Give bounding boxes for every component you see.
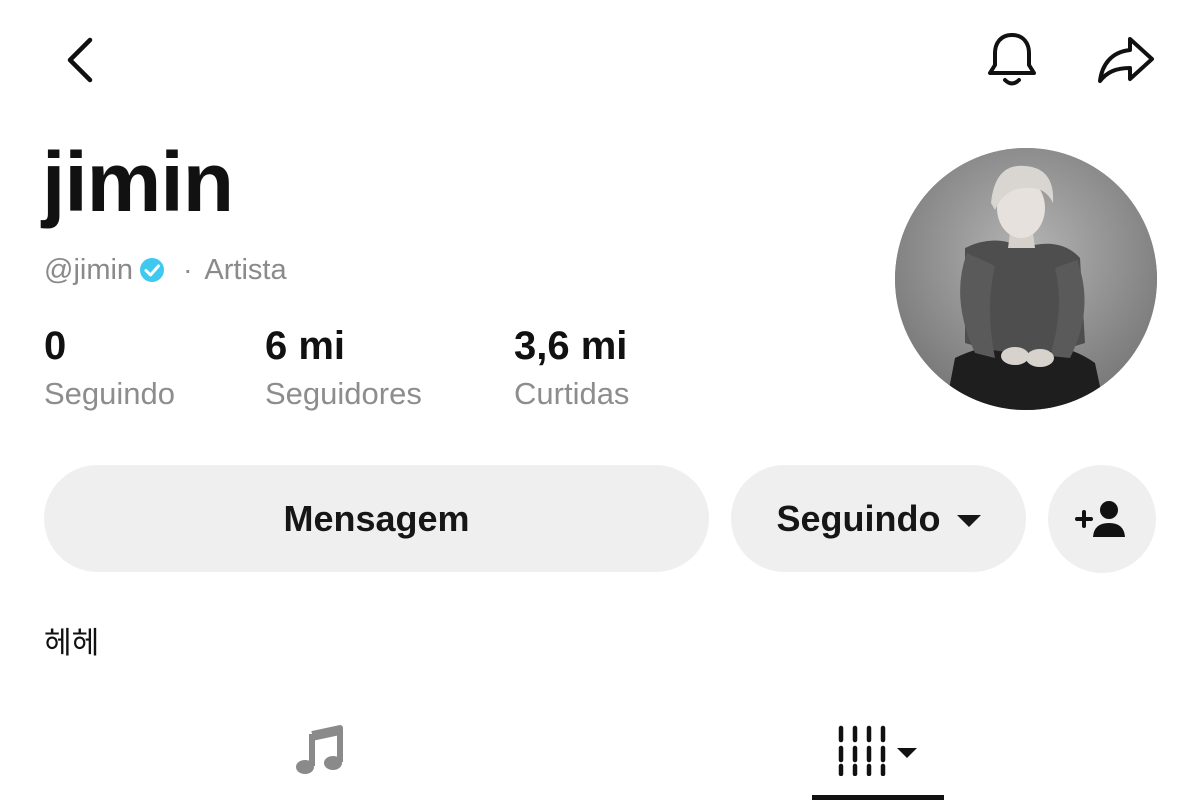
profile-bio: 헤헤	[44, 626, 100, 661]
following-button-label: Seguindo	[776, 497, 941, 539]
profile-category: Artista	[204, 253, 287, 286]
avatar[interactable]	[895, 148, 1157, 410]
bell-icon	[988, 33, 1036, 86]
message-button[interactable]: Mensagem	[44, 465, 709, 572]
stat-likes-value: 3,6 mi	[514, 324, 628, 368]
notifications-button[interactable]	[980, 28, 1044, 92]
add-friend-button[interactable]	[1048, 465, 1156, 573]
caret-down-icon	[897, 748, 917, 758]
stat-followers-label: Seguidores	[265, 376, 422, 411]
music-note-icon	[296, 725, 343, 774]
share-arrow-icon	[1098, 37, 1154, 83]
tab-playlists[interactable]	[812, 712, 944, 788]
active-tab-indicator	[812, 795, 944, 800]
verified-badge-icon	[139, 257, 165, 283]
message-button-label: Mensagem	[283, 497, 470, 539]
playlist-bars-icon	[838, 725, 917, 776]
profile-display-name: jimin	[42, 135, 234, 229]
following-dropdown-button[interactable]: Seguindo	[731, 465, 1026, 572]
stat-likes[interactable]: 3,6 mi Curtidas	[514, 322, 629, 416]
profile-handle-row: @jimin · Artista	[44, 250, 287, 290]
back-button[interactable]	[52, 30, 108, 90]
caret-down-icon	[956, 514, 981, 527]
stat-followers[interactable]: 6 mi Seguidores	[265, 322, 422, 416]
stat-following-value: 0	[44, 324, 67, 368]
stat-following-label: Seguindo	[44, 376, 176, 411]
chevron-left-icon	[67, 37, 93, 83]
stat-followers-value: 6 mi	[265, 324, 346, 368]
tab-music[interactable]	[270, 710, 370, 790]
add-person-icon	[1075, 501, 1125, 537]
avatar-image	[895, 148, 1157, 410]
stat-following[interactable]: 0 Seguindo	[44, 322, 175, 416]
share-button[interactable]	[1092, 30, 1160, 90]
stat-likes-label: Curtidas	[514, 376, 630, 411]
separator-dot: ·	[183, 254, 193, 285]
profile-handle: @jimin	[44, 253, 134, 286]
